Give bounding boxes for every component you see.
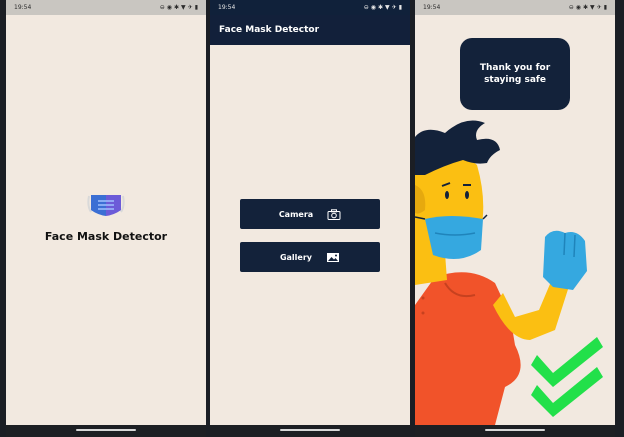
masked-person-illustration (415, 120, 603, 425)
status-icons: ⊖ ◉ ✱ ▼ ✈ ▮ (568, 3, 607, 11)
bluetooth-icon: ✱ (174, 3, 180, 11)
battery-icon: ▮ (398, 3, 402, 11)
phone-splash: 19:54 ⊖ ◉ ✱ ▼ ✈ ▮ Face Mask Detector (6, 0, 206, 437)
system-nav-bar (210, 425, 410, 437)
face-mask-logo-icon (87, 195, 125, 216)
status-bar: 19:54 ⊖ ◉ ✱ ▼ ✈ ▮ (6, 0, 206, 15)
gallery-button-label: Gallery (279, 252, 313, 262)
status-time: 19:54 (14, 4, 32, 11)
camera-icon (327, 208, 341, 220)
data-saver-icon: ◉ (575, 3, 581, 11)
data-saver-icon: ◉ (370, 3, 376, 11)
minus-circle-icon: ⊖ (363, 3, 369, 11)
phone-home: 19:54 ⊖ ◉ ✱ ▼ ✈ ▮ Face Mask Detector Cam… (210, 0, 410, 437)
home-gesture-handle[interactable] (280, 429, 340, 431)
phone-result: 19:54 ⊖ ◉ ✱ ▼ ✈ ▮ Thank you for staying … (415, 0, 615, 437)
minus-circle-icon: ⊖ (568, 3, 574, 11)
airplane-icon: ✈ (187, 3, 193, 11)
gallery-button[interactable]: Gallery (240, 242, 380, 272)
status-bar: 19:54 ⊖ ◉ ✱ ▼ ✈ ▮ (415, 0, 615, 15)
wifi-icon: ▼ (385, 3, 390, 11)
battery-icon: ▮ (194, 3, 198, 11)
airplane-icon: ✈ (596, 3, 602, 11)
status-icons: ⊖ ◉ ✱ ▼ ✈ ▮ (159, 3, 198, 11)
system-nav-bar (415, 425, 615, 437)
minus-circle-icon: ⊖ (159, 3, 165, 11)
camera-button-label: Camera (278, 209, 314, 219)
app-title: Face Mask Detector (44, 230, 168, 243)
status-time: 19:54 (218, 4, 236, 11)
status-time: 19:54 (423, 4, 441, 11)
status-bar: 19:54 ⊖ ◉ ✱ ▼ ✈ ▮ (210, 0, 410, 15)
wifi-icon: ▼ (181, 3, 186, 11)
result-screen: Thank you for staying safe (415, 15, 615, 425)
image-icon (327, 252, 340, 262)
app-bar-title: Face Mask Detector (219, 25, 320, 35)
splash-screen: Face Mask Detector (6, 15, 206, 425)
bluetooth-icon: ✱ (583, 3, 589, 11)
wifi-icon: ▼ (590, 3, 595, 11)
airplane-icon: ✈ (391, 3, 397, 11)
home-gesture-handle[interactable] (485, 429, 545, 431)
battery-icon: ▮ (603, 3, 607, 11)
camera-button[interactable]: Camera (240, 199, 380, 229)
home-gesture-handle[interactable] (76, 429, 136, 431)
bluetooth-icon: ✱ (378, 3, 384, 11)
data-saver-icon: ◉ (166, 3, 172, 11)
system-nav-bar (6, 425, 206, 437)
status-icons: ⊖ ◉ ✱ ▼ ✈ ▮ (363, 3, 402, 11)
home-screen: Face Mask Detector Camera Gallery (210, 15, 410, 425)
app-bar: Face Mask Detector (210, 15, 410, 45)
